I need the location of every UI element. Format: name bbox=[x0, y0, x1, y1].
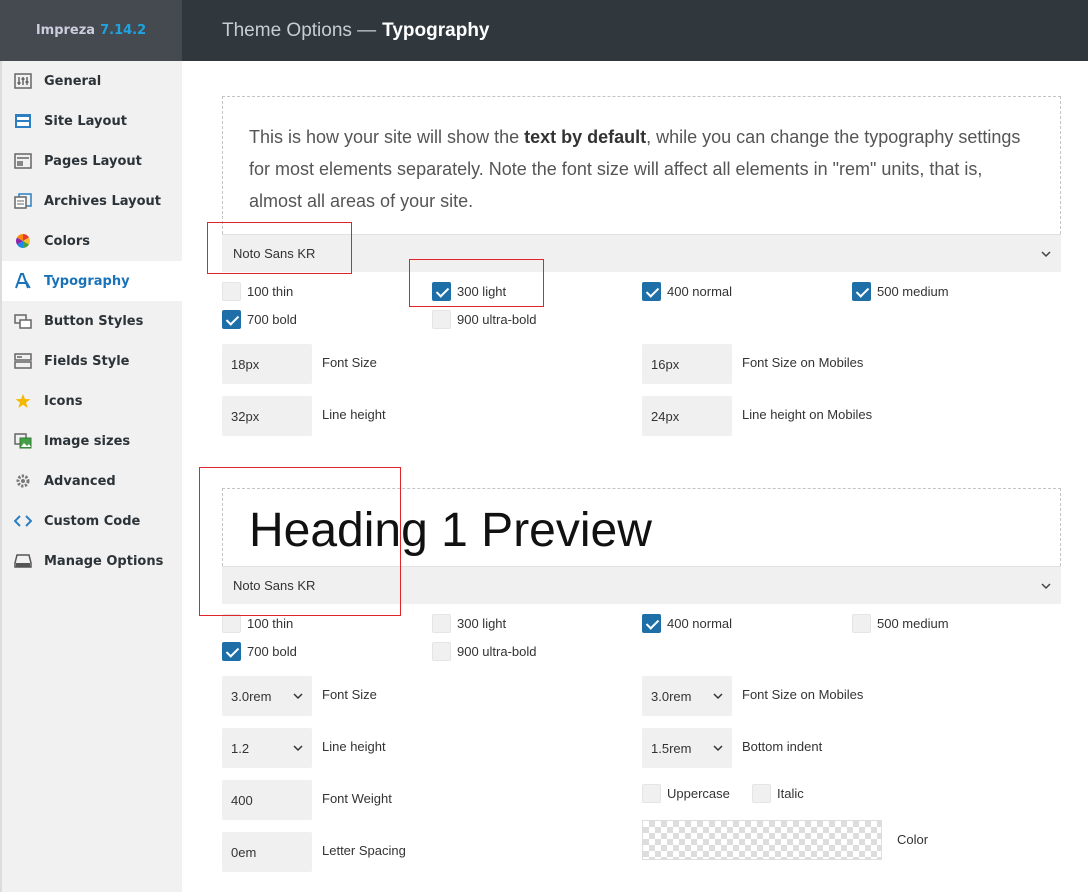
sidebar-item-label: General bbox=[44, 73, 102, 89]
body-font-value: Noto Sans KR bbox=[233, 246, 316, 261]
body-text-preview: This is how your site will show the text… bbox=[222, 96, 1061, 234]
sidebar-item-image-sizes[interactable]: Image sizes bbox=[2, 421, 182, 461]
h1-italic-checkbox[interactable]: Italic bbox=[752, 784, 804, 803]
sidebar-item-label: Custom Code bbox=[44, 513, 141, 529]
heading1-font-select[interactable]: Noto Sans KR bbox=[222, 566, 1061, 604]
sidebar: General Site Layout Pages Layout Archive… bbox=[0, 61, 182, 892]
sidebar-item-colors[interactable]: Colors bbox=[2, 221, 182, 261]
brand-name: Impreza bbox=[35, 23, 96, 38]
h1-weight-400[interactable]: 400 normal bbox=[642, 614, 732, 633]
body-line-height-mobile-input[interactable]: 24px bbox=[642, 396, 732, 436]
archives-icon bbox=[14, 193, 32, 209]
sidebar-item-icons[interactable]: Icons bbox=[2, 381, 182, 421]
fields-icon bbox=[14, 353, 32, 369]
body-weight-300[interactable]: 300 light bbox=[432, 282, 506, 301]
sidebar-item-label: Site Layout bbox=[44, 113, 127, 129]
sidebar-item-label: Advanced bbox=[44, 473, 116, 489]
h1-weight-700[interactable]: 700 bold bbox=[222, 642, 297, 661]
body-font-size-mobile-input[interactable]: 16px bbox=[642, 344, 732, 384]
code-icon bbox=[13, 513, 33, 529]
chevron-down-icon bbox=[293, 693, 303, 700]
typography-icon bbox=[14, 273, 32, 289]
button-icon bbox=[14, 313, 32, 329]
h1-font-weight-input[interactable]: 400 bbox=[222, 780, 312, 820]
body-line-height-mobile-label: Line height on Mobiles bbox=[742, 407, 873, 422]
star-icon bbox=[14, 393, 32, 409]
sidebar-item-typography[interactable]: Typography bbox=[2, 261, 182, 301]
sidebar-item-label: Fields Style bbox=[44, 353, 130, 369]
body-weight-100[interactable]: 100 thin bbox=[222, 282, 293, 301]
h1-font-weight-label: Font Weight bbox=[322, 791, 392, 806]
layout-icon bbox=[14, 113, 32, 129]
brand-logo: Impreza 7.14.2 bbox=[0, 0, 182, 61]
h1-font-size-mobile-label: Font Size on Mobiles bbox=[742, 687, 864, 702]
body-font-size-input[interactable]: 18px bbox=[222, 344, 312, 384]
sidebar-item-label: Image sizes bbox=[44, 433, 131, 449]
heading1-preview-text: Heading 1 Preview bbox=[249, 504, 652, 557]
heading1-font-value: Noto Sans KR bbox=[233, 578, 316, 593]
h1-font-size-mobile-select[interactable]: 3.0rem bbox=[642, 676, 732, 716]
sidebar-item-fields-style[interactable]: Fields Style bbox=[2, 341, 182, 381]
body-weight-400[interactable]: 400 normal bbox=[642, 282, 732, 301]
body-line-height-label: Line height bbox=[322, 407, 386, 422]
body-line-height-input[interactable]: 32px bbox=[222, 396, 312, 436]
h1-weight-300[interactable]: 300 light bbox=[432, 614, 506, 633]
chevron-down-icon bbox=[713, 745, 723, 752]
page-header: Theme Options — Typography bbox=[182, 0, 1088, 61]
body-weight-700[interactable]: 700 bold bbox=[222, 310, 297, 329]
body-preview-text: This is how your site will show the text… bbox=[223, 97, 1060, 231]
header-prefix: Theme Options — bbox=[222, 19, 377, 41]
sidebar-item-manage-options[interactable]: Manage Options bbox=[2, 541, 182, 581]
body-weight-900[interactable]: 900 ultra-bold bbox=[432, 310, 537, 329]
chevron-down-icon bbox=[293, 745, 303, 752]
chevron-down-icon bbox=[1041, 251, 1051, 258]
sidebar-item-label: Icons bbox=[44, 393, 83, 409]
sidebar-item-custom-code[interactable]: Custom Code bbox=[2, 501, 182, 541]
page-layout-icon bbox=[14, 153, 32, 169]
h1-color-picker[interactable] bbox=[642, 820, 882, 860]
image-icon bbox=[14, 433, 32, 449]
h1-weight-900[interactable]: 900 ultra-bold bbox=[432, 642, 537, 661]
chevron-down-icon bbox=[1041, 583, 1051, 590]
sidebar-item-site-layout[interactable]: Site Layout bbox=[2, 101, 182, 141]
sidebar-item-pages-layout[interactable]: Pages Layout bbox=[2, 141, 182, 181]
sliders-icon bbox=[14, 73, 32, 89]
sidebar-item-label: Pages Layout bbox=[44, 153, 142, 169]
h1-uppercase-checkbox[interactable]: Uppercase bbox=[642, 784, 730, 803]
h1-line-height-label: Line height bbox=[322, 739, 386, 754]
sidebar-item-label: Button Styles bbox=[44, 313, 144, 329]
sidebar-item-archives-layout[interactable]: Archives Layout bbox=[2, 181, 182, 221]
gear-icon bbox=[14, 473, 32, 489]
brand-version: 7.14.2 bbox=[100, 23, 147, 38]
main-content: This is how your site will show the text… bbox=[182, 61, 1088, 892]
sidebar-item-general[interactable]: General bbox=[2, 61, 182, 101]
intro-bold: text by default bbox=[524, 127, 647, 147]
hdd-icon bbox=[14, 553, 32, 569]
color-wheel-icon bbox=[14, 233, 32, 249]
body-font-select[interactable]: Noto Sans KR bbox=[222, 234, 1061, 272]
h1-font-size-label: Font Size bbox=[322, 687, 377, 702]
sidebar-item-label: Typography bbox=[44, 273, 130, 289]
sidebar-item-advanced[interactable]: Advanced bbox=[2, 461, 182, 501]
h1-color-label: Color bbox=[897, 832, 929, 847]
heading1-preview: Heading 1 Preview bbox=[222, 488, 1061, 566]
h1-bottom-indent-select[interactable]: 1.5rem bbox=[642, 728, 732, 768]
h1-weight-100[interactable]: 100 thin bbox=[222, 614, 293, 633]
sidebar-item-button-styles[interactable]: Button Styles bbox=[2, 301, 182, 341]
sidebar-item-label: Archives Layout bbox=[44, 193, 161, 209]
h1-letter-spacing-input[interactable]: 0em bbox=[222, 832, 312, 872]
sidebar-item-label: Manage Options bbox=[44, 553, 164, 569]
h1-line-height-select[interactable]: 1.2 bbox=[222, 728, 312, 768]
intro-text: This is how your site will show the bbox=[249, 127, 525, 147]
h1-bottom-indent-label: Bottom indent bbox=[742, 739, 823, 754]
body-font-size-label: Font Size bbox=[322, 355, 377, 370]
h1-weight-500[interactable]: 500 medium bbox=[852, 614, 949, 633]
chevron-down-icon bbox=[713, 693, 723, 700]
page-title: Typography bbox=[382, 19, 490, 41]
sidebar-item-label: Colors bbox=[44, 233, 91, 249]
body-font-size-mobile-label: Font Size on Mobiles bbox=[742, 355, 864, 370]
h1-font-size-select[interactable]: 3.0rem bbox=[222, 676, 312, 716]
body-weight-500[interactable]: 500 medium bbox=[852, 282, 949, 301]
h1-letter-spacing-label: Letter Spacing bbox=[322, 843, 406, 858]
